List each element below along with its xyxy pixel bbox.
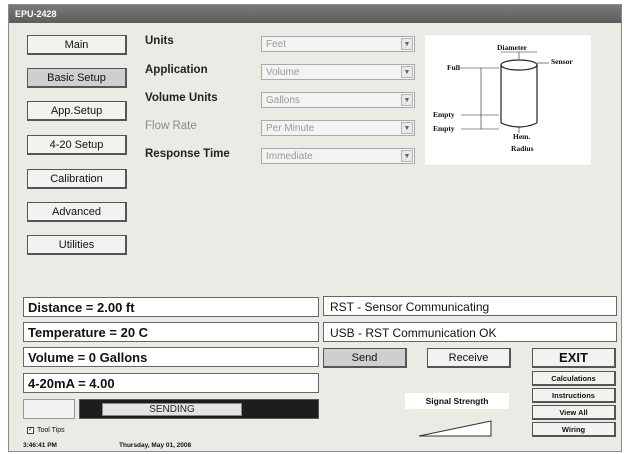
flow-rate-label: Flow Rate bbox=[145, 120, 197, 132]
nav-4-20-setup-button[interactable]: 4-20 Setup bbox=[27, 135, 127, 155]
send-button[interactable]: Send bbox=[323, 348, 407, 368]
units-label: Units bbox=[145, 35, 174, 47]
empty-text: Empty bbox=[433, 110, 455, 119]
current-readout: 4-20mA = 4.00 bbox=[23, 373, 319, 393]
signal-strength-label: Signal Strength bbox=[405, 393, 509, 409]
window-title: EPU-2428 bbox=[9, 5, 621, 23]
footer-time: 3:46:41 PM bbox=[23, 442, 57, 449]
nav-basic-setup-button[interactable]: Basic Setup bbox=[27, 68, 127, 88]
tank-icon bbox=[459, 51, 549, 133]
empty2-text: Empty bbox=[433, 124, 455, 133]
usb-status: USB - RST Communication OK bbox=[323, 322, 617, 342]
application-value: Volume bbox=[266, 67, 300, 78]
chevron-down-icon[interactable]: ▼ bbox=[401, 94, 413, 106]
exit-button[interactable]: EXIT bbox=[532, 348, 616, 368]
tank-diagram: Diameter Sensor Full Empty Empty Hem. Ra… bbox=[425, 35, 591, 165]
wiring-button[interactable]: Wiring bbox=[532, 422, 616, 437]
nav-app-setup-button[interactable]: App.Setup bbox=[27, 101, 127, 121]
volume-units-label: Volume Units bbox=[145, 92, 218, 104]
calculations-button[interactable]: Calculations bbox=[532, 371, 616, 386]
hem-text: Hem. bbox=[513, 132, 530, 141]
diameter-text: Diameter bbox=[497, 43, 528, 52]
flow-rate-value: Per Minute bbox=[266, 123, 315, 134]
signal-strength-indicator bbox=[417, 419, 493, 437]
nav-main-button[interactable]: Main bbox=[27, 35, 127, 55]
sending-progress-bar: SENDING bbox=[79, 399, 319, 419]
chevron-down-icon[interactable]: ▼ bbox=[401, 150, 413, 162]
application-select[interactable]: Volume ▼ bbox=[261, 64, 415, 80]
progress-spacer bbox=[23, 399, 75, 419]
flow-rate-select[interactable]: Per Minute ▼ bbox=[261, 120, 415, 136]
volume-readout: Volume = 0 Gallons bbox=[23, 347, 319, 367]
units-select[interactable]: Feet ▼ bbox=[261, 36, 415, 52]
radius-text: Radius bbox=[511, 144, 534, 153]
chevron-down-icon[interactable]: ▼ bbox=[401, 38, 413, 50]
distance-readout: Distance = 2.00 ft bbox=[23, 297, 319, 317]
tank-diagram-graphic: Diameter Sensor Full Empty Empty Hem. Ra… bbox=[433, 43, 573, 153]
nav-calibration-button[interactable]: Calibration bbox=[27, 169, 127, 189]
response-time-select[interactable]: Immediate ▼ bbox=[261, 148, 415, 164]
nav-utilities-button[interactable]: Utilities bbox=[27, 235, 127, 255]
response-time-value: Immediate bbox=[266, 151, 313, 162]
footer-date: Thursday, May 01, 2008 bbox=[119, 442, 192, 449]
tooltips-checkbox[interactable]: ✓ bbox=[27, 427, 34, 434]
chevron-down-icon[interactable]: ▼ bbox=[401, 66, 413, 78]
volume-units-select[interactable]: Gallons ▼ bbox=[261, 92, 415, 108]
sensor-status: RST - Sensor Communicating bbox=[323, 296, 617, 316]
nav-advanced-button[interactable]: Advanced bbox=[27, 202, 127, 222]
application-label: Application bbox=[145, 64, 208, 76]
sensor-text: Sensor bbox=[551, 57, 573, 66]
volume-units-value: Gallons bbox=[266, 95, 300, 106]
temperature-readout: Temperature = 20 C bbox=[23, 322, 319, 342]
units-value: Feet bbox=[266, 39, 287, 50]
full-text: Full bbox=[447, 63, 460, 72]
response-time-label: Response Time bbox=[145, 148, 230, 160]
app-window: EPU-2428 Main Basic Setup App.Setup 4-20… bbox=[8, 4, 622, 452]
sending-label: SENDING bbox=[102, 403, 242, 416]
tooltips-toggle[interactable]: ✓ Tool Tips bbox=[27, 427, 65, 434]
tooltips-label: Tool Tips bbox=[37, 427, 65, 434]
chevron-down-icon[interactable]: ▼ bbox=[401, 122, 413, 134]
instructions-button[interactable]: Instructions bbox=[532, 388, 616, 403]
receive-button[interactable]: Receive bbox=[427, 348, 511, 368]
signal-strength-icon bbox=[418, 420, 492, 437]
view-all-button[interactable]: View All bbox=[532, 405, 616, 420]
